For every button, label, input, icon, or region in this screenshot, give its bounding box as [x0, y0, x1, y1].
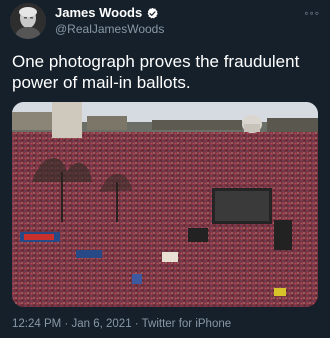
meta-separator: ·: [64, 318, 69, 330]
avatar[interactable]: [10, 3, 46, 39]
more-options-icon[interactable]: ◦◦◦: [304, 6, 320, 20]
tweet-header: James Woods @RealJamesWoods: [10, 3, 164, 39]
display-name[interactable]: James Woods: [55, 5, 142, 21]
crowd-photo: [12, 102, 318, 307]
tweet-card: James Woods @RealJamesWoods ◦◦◦ One phot…: [0, 0, 330, 338]
display-name-row: James Woods: [55, 5, 164, 21]
tweet-text: One photograph proves the fraudulent pow…: [12, 52, 300, 92]
tweet-photo[interactable]: [12, 102, 318, 307]
tweet-meta: 12:24 PM · Jan 6, 2021 · Twitter for iPh…: [12, 318, 231, 330]
author-names: James Woods @RealJamesWoods: [55, 5, 164, 37]
avatar-portrait-icon: [10, 3, 46, 39]
tweet-source[interactable]: Twitter for iPhone: [142, 318, 231, 330]
meta-separator: ·: [134, 318, 139, 330]
verified-badge-icon: [147, 7, 158, 18]
author-handle[interactable]: @RealJamesWoods: [55, 21, 164, 37]
tweet-time[interactable]: 12:24 PM: [12, 318, 61, 330]
tweet-date[interactable]: Jan 6, 2021: [71, 318, 131, 330]
